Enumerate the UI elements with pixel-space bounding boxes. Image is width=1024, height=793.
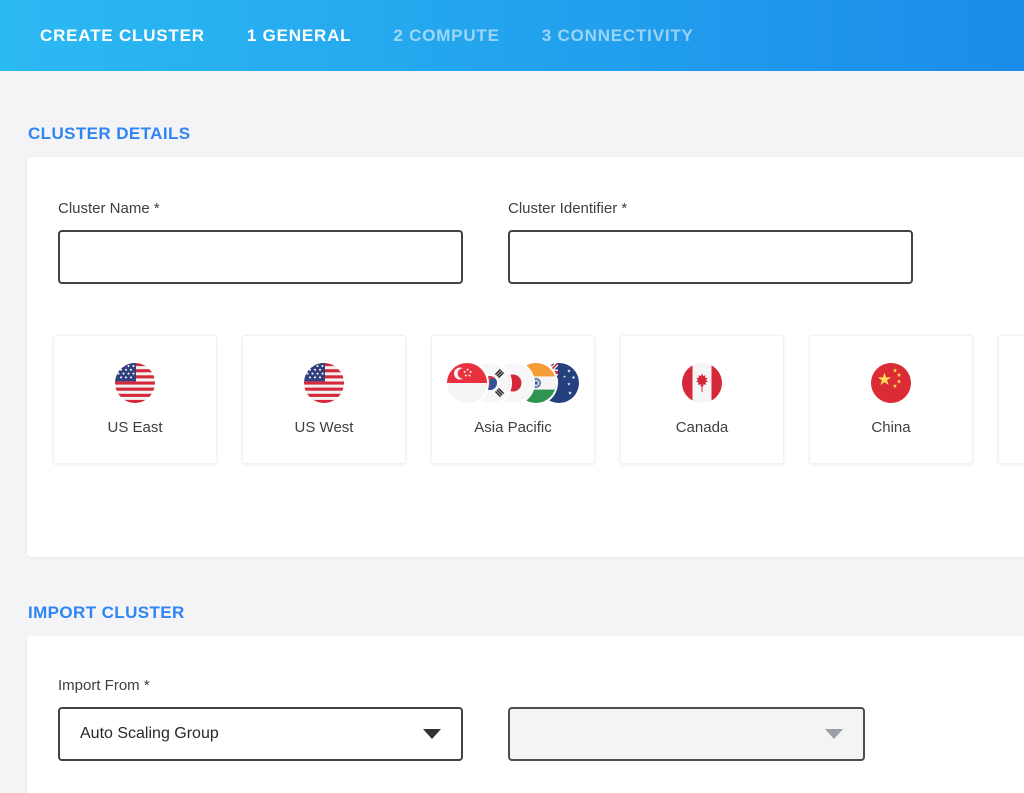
singapore-flag-icon — [447, 363, 487, 403]
tab-connectivity[interactable]: 3 CONNECTIVITY — [542, 26, 694, 46]
region-label: China — [871, 419, 910, 436]
dropdown-caret-icon — [423, 729, 441, 739]
wizard-title: CREATE CLUSTER — [40, 26, 205, 46]
region-selector-row: US East US West — [53, 335, 1024, 464]
import-cluster-card: Import From * Auto Scaling Group — [27, 636, 1024, 793]
region-label: US West — [295, 419, 354, 436]
region-label: Asia Pacific — [474, 419, 552, 436]
cluster-form-row: Cluster Name * Cluster Identifier * — [58, 200, 1024, 284]
cluster-identifier-label: Cluster Identifier * — [508, 200, 913, 217]
region-card-us-east[interactable]: US East — [53, 335, 217, 464]
region-card-china[interactable]: China — [809, 335, 973, 464]
canada-flag-icon — [682, 363, 722, 403]
cluster-identifier-input[interactable] — [508, 230, 913, 284]
dropdown-caret-icon — [825, 729, 843, 739]
import-secondary-field — [508, 707, 913, 761]
us-flag-icon — [304, 363, 344, 403]
region-card-us-west[interactable]: US West — [242, 335, 406, 464]
import-form-row: Import From * Auto Scaling Group — [58, 677, 1024, 761]
cluster-details-card: Cluster Name * Cluster Identifier * — [27, 157, 1024, 557]
cluster-identifier-field: Cluster Identifier * — [508, 200, 913, 284]
region-label: Canada — [676, 419, 729, 436]
wizard-header: CREATE CLUSTER 1 GENERAL 2 COMPUTE 3 CON… — [0, 0, 1024, 71]
china-flag-icon — [871, 363, 911, 403]
cluster-details-heading: CLUSTER DETAILS — [28, 124, 1024, 144]
import-cluster-heading: IMPORT CLUSTER — [28, 603, 1024, 623]
import-from-select-value: Auto Scaling Group — [80, 725, 219, 743]
cluster-name-input[interactable] — [58, 230, 463, 284]
import-from-select[interactable]: Auto Scaling Group — [58, 707, 463, 761]
asia-pacific-flags — [447, 363, 579, 403]
cluster-name-label: Cluster Name * — [58, 200, 463, 217]
tab-general[interactable]: 1 GENERAL — [247, 26, 352, 46]
import-from-field: Import From * Auto Scaling Group — [58, 677, 463, 761]
cluster-name-field: Cluster Name * — [58, 200, 463, 284]
secondary-select[interactable] — [508, 707, 865, 761]
region-card-asia-pacific[interactable]: Asia Pacific — [431, 335, 595, 464]
us-flag-icon — [115, 363, 155, 403]
region-label: US East — [107, 419, 162, 436]
tab-compute[interactable]: 2 COMPUTE — [393, 26, 499, 46]
region-card-canada[interactable]: Canada — [620, 335, 784, 464]
region-card-partial[interactable] — [998, 335, 1024, 464]
import-from-label: Import From * — [58, 677, 463, 694]
